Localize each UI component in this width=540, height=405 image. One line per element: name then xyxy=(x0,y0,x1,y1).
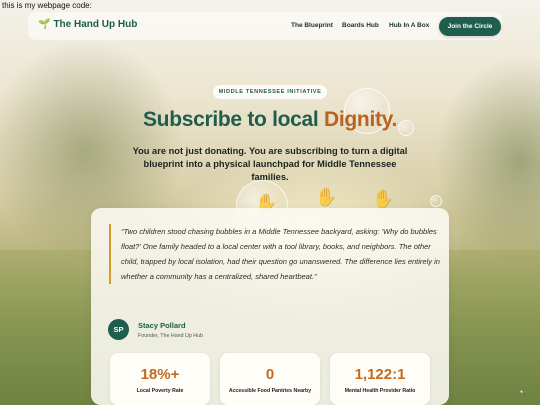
stat-card-poverty: 18%+ Local Poverty Rate xyxy=(110,353,210,405)
site-logo[interactable]: 🌱 The Hand Up Hub xyxy=(38,19,137,30)
headline-accent: Dignity. xyxy=(323,108,398,131)
stat-card-food-pantries: 0 Accessible Food Pantries Nearby xyxy=(220,353,320,405)
hero-subheadline: You are not just donating. You are subsc… xyxy=(132,146,408,182)
bubble-decoration xyxy=(430,195,442,207)
page-caption: this is my webpage code: xyxy=(0,0,540,11)
author-name: Stacy Pollard xyxy=(138,321,186,330)
nav-link-boards-hub[interactable]: Boards Hub xyxy=(342,22,379,29)
stat-value: 1,122:1 xyxy=(354,366,406,383)
stat-label: Mental Health Provider Ratio xyxy=(344,388,416,394)
avatar: SP xyxy=(108,319,129,340)
headline-main: Subscribe to local xyxy=(142,108,324,131)
testimonial-quote: “Two children stood chasing bubbles in a… xyxy=(109,224,447,284)
nav-link-hub-in-a-box[interactable]: Hub In A Box xyxy=(389,22,429,29)
corner-widget-icon[interactable]: ◔ xyxy=(518,387,523,397)
stat-label: Local Poverty Rate xyxy=(136,388,184,394)
eyebrow-badge: MIDDLE TENNESSEE INITIATIVE xyxy=(213,85,327,99)
join-circle-button[interactable]: Join the Circle xyxy=(439,17,501,36)
author-role: Founder, The Hand Up Hub xyxy=(138,333,203,339)
sprout-icon: 🌱 xyxy=(38,19,51,30)
hero-headline: Subscribe to local Dignity. xyxy=(0,108,540,132)
raised-hands-icon: ✋ xyxy=(315,187,338,207)
stat-label: Accessible Food Pantries Nearby xyxy=(228,388,312,394)
stat-value: 0 xyxy=(265,366,275,383)
logo-text: The Hand Up Hub xyxy=(53,19,138,30)
stat-card-mental-health: 1,122:1 Mental Health Provider Ratio xyxy=(330,353,430,405)
stat-value: 18%+ xyxy=(140,366,180,383)
nav-link-blueprint[interactable]: The Blueprint xyxy=(291,22,333,29)
raised-hands-icon: ✋ xyxy=(372,189,395,209)
